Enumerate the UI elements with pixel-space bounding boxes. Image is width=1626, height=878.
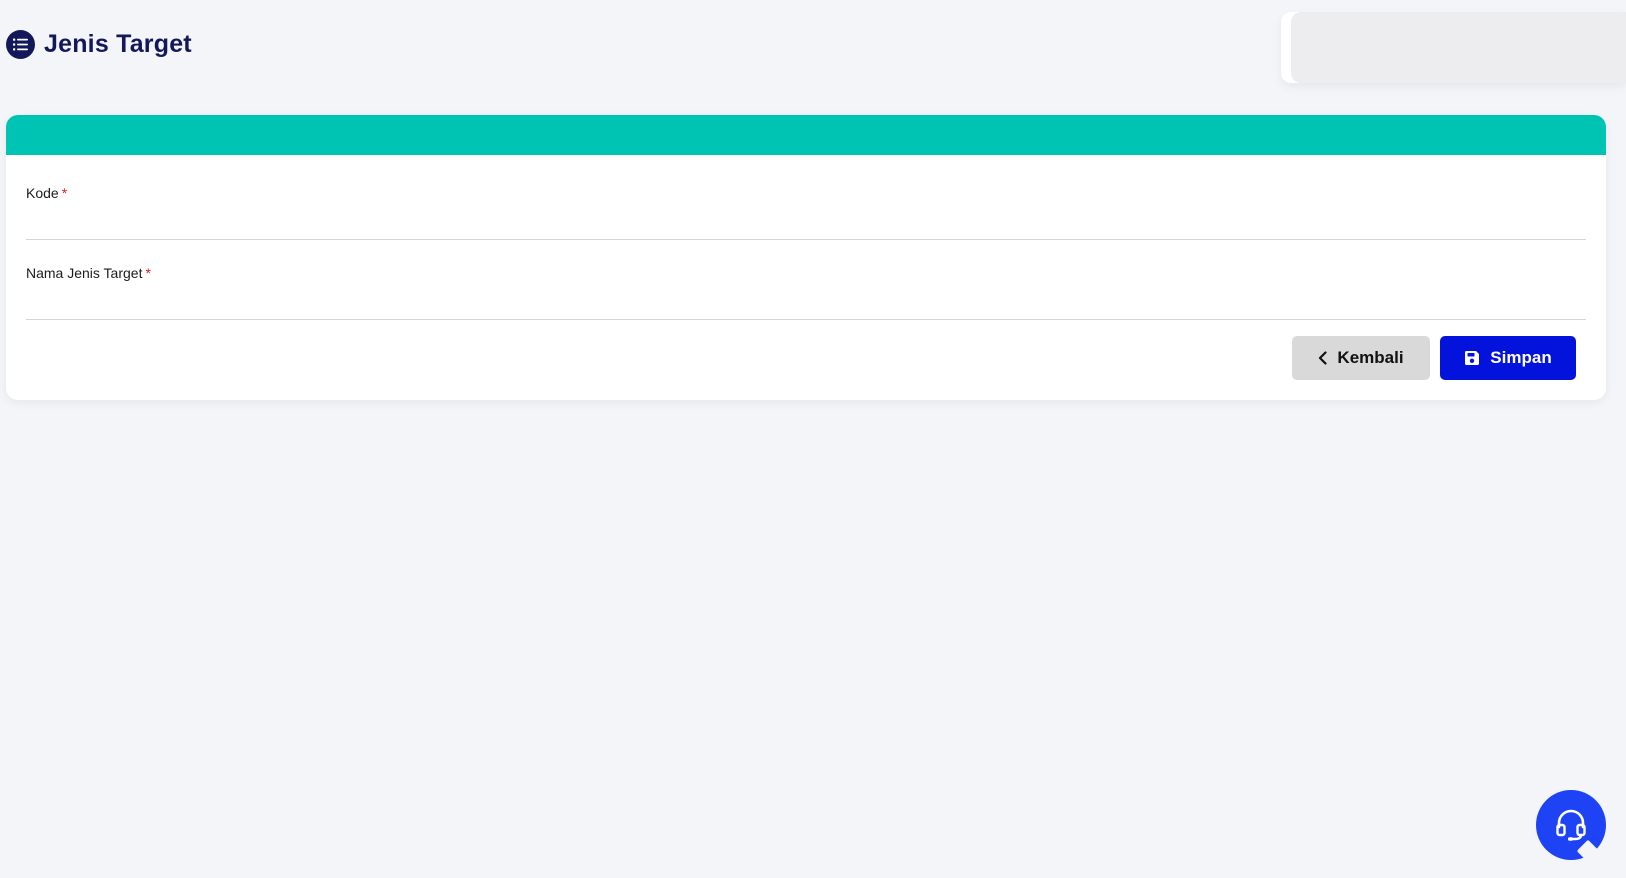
nama-jenis-target-label-text: Nama Jenis Target — [26, 265, 143, 281]
headset-icon — [1553, 807, 1589, 843]
kode-field-group: Kode * — [26, 185, 1586, 240]
form-card: Kode * Nama Jenis Target * Kembali Simpa… — [6, 115, 1606, 400]
chevron-left-icon — [1318, 351, 1328, 365]
top-right-panel-placeholder — [1291, 12, 1626, 83]
simpan-button[interactable]: Simpan — [1440, 336, 1576, 380]
kembali-button-label: Kembali — [1337, 348, 1404, 367]
kode-input[interactable] — [26, 209, 1586, 240]
kode-label-text: Kode — [26, 185, 59, 201]
kode-label: Kode * — [26, 185, 1586, 201]
card-header — [6, 115, 1606, 155]
page-title: Jenis Target — [44, 30, 192, 58]
page-header: Jenis Target — [6, 30, 192, 59]
nama-jenis-target-input[interactable] — [26, 289, 1586, 320]
nama-jenis-target-label: Nama Jenis Target * — [26, 265, 1586, 281]
kembali-button[interactable]: Kembali — [1292, 336, 1430, 380]
nama-jenis-target-field-group: Nama Jenis Target * — [26, 265, 1586, 320]
top-right-panel — [1281, 12, 1626, 83]
simpan-button-label: Simpan — [1490, 348, 1552, 367]
list-icon — [6, 30, 35, 59]
required-mark: * — [145, 265, 151, 281]
required-mark: * — [61, 185, 68, 201]
floppy-disk-icon — [1464, 350, 1480, 366]
